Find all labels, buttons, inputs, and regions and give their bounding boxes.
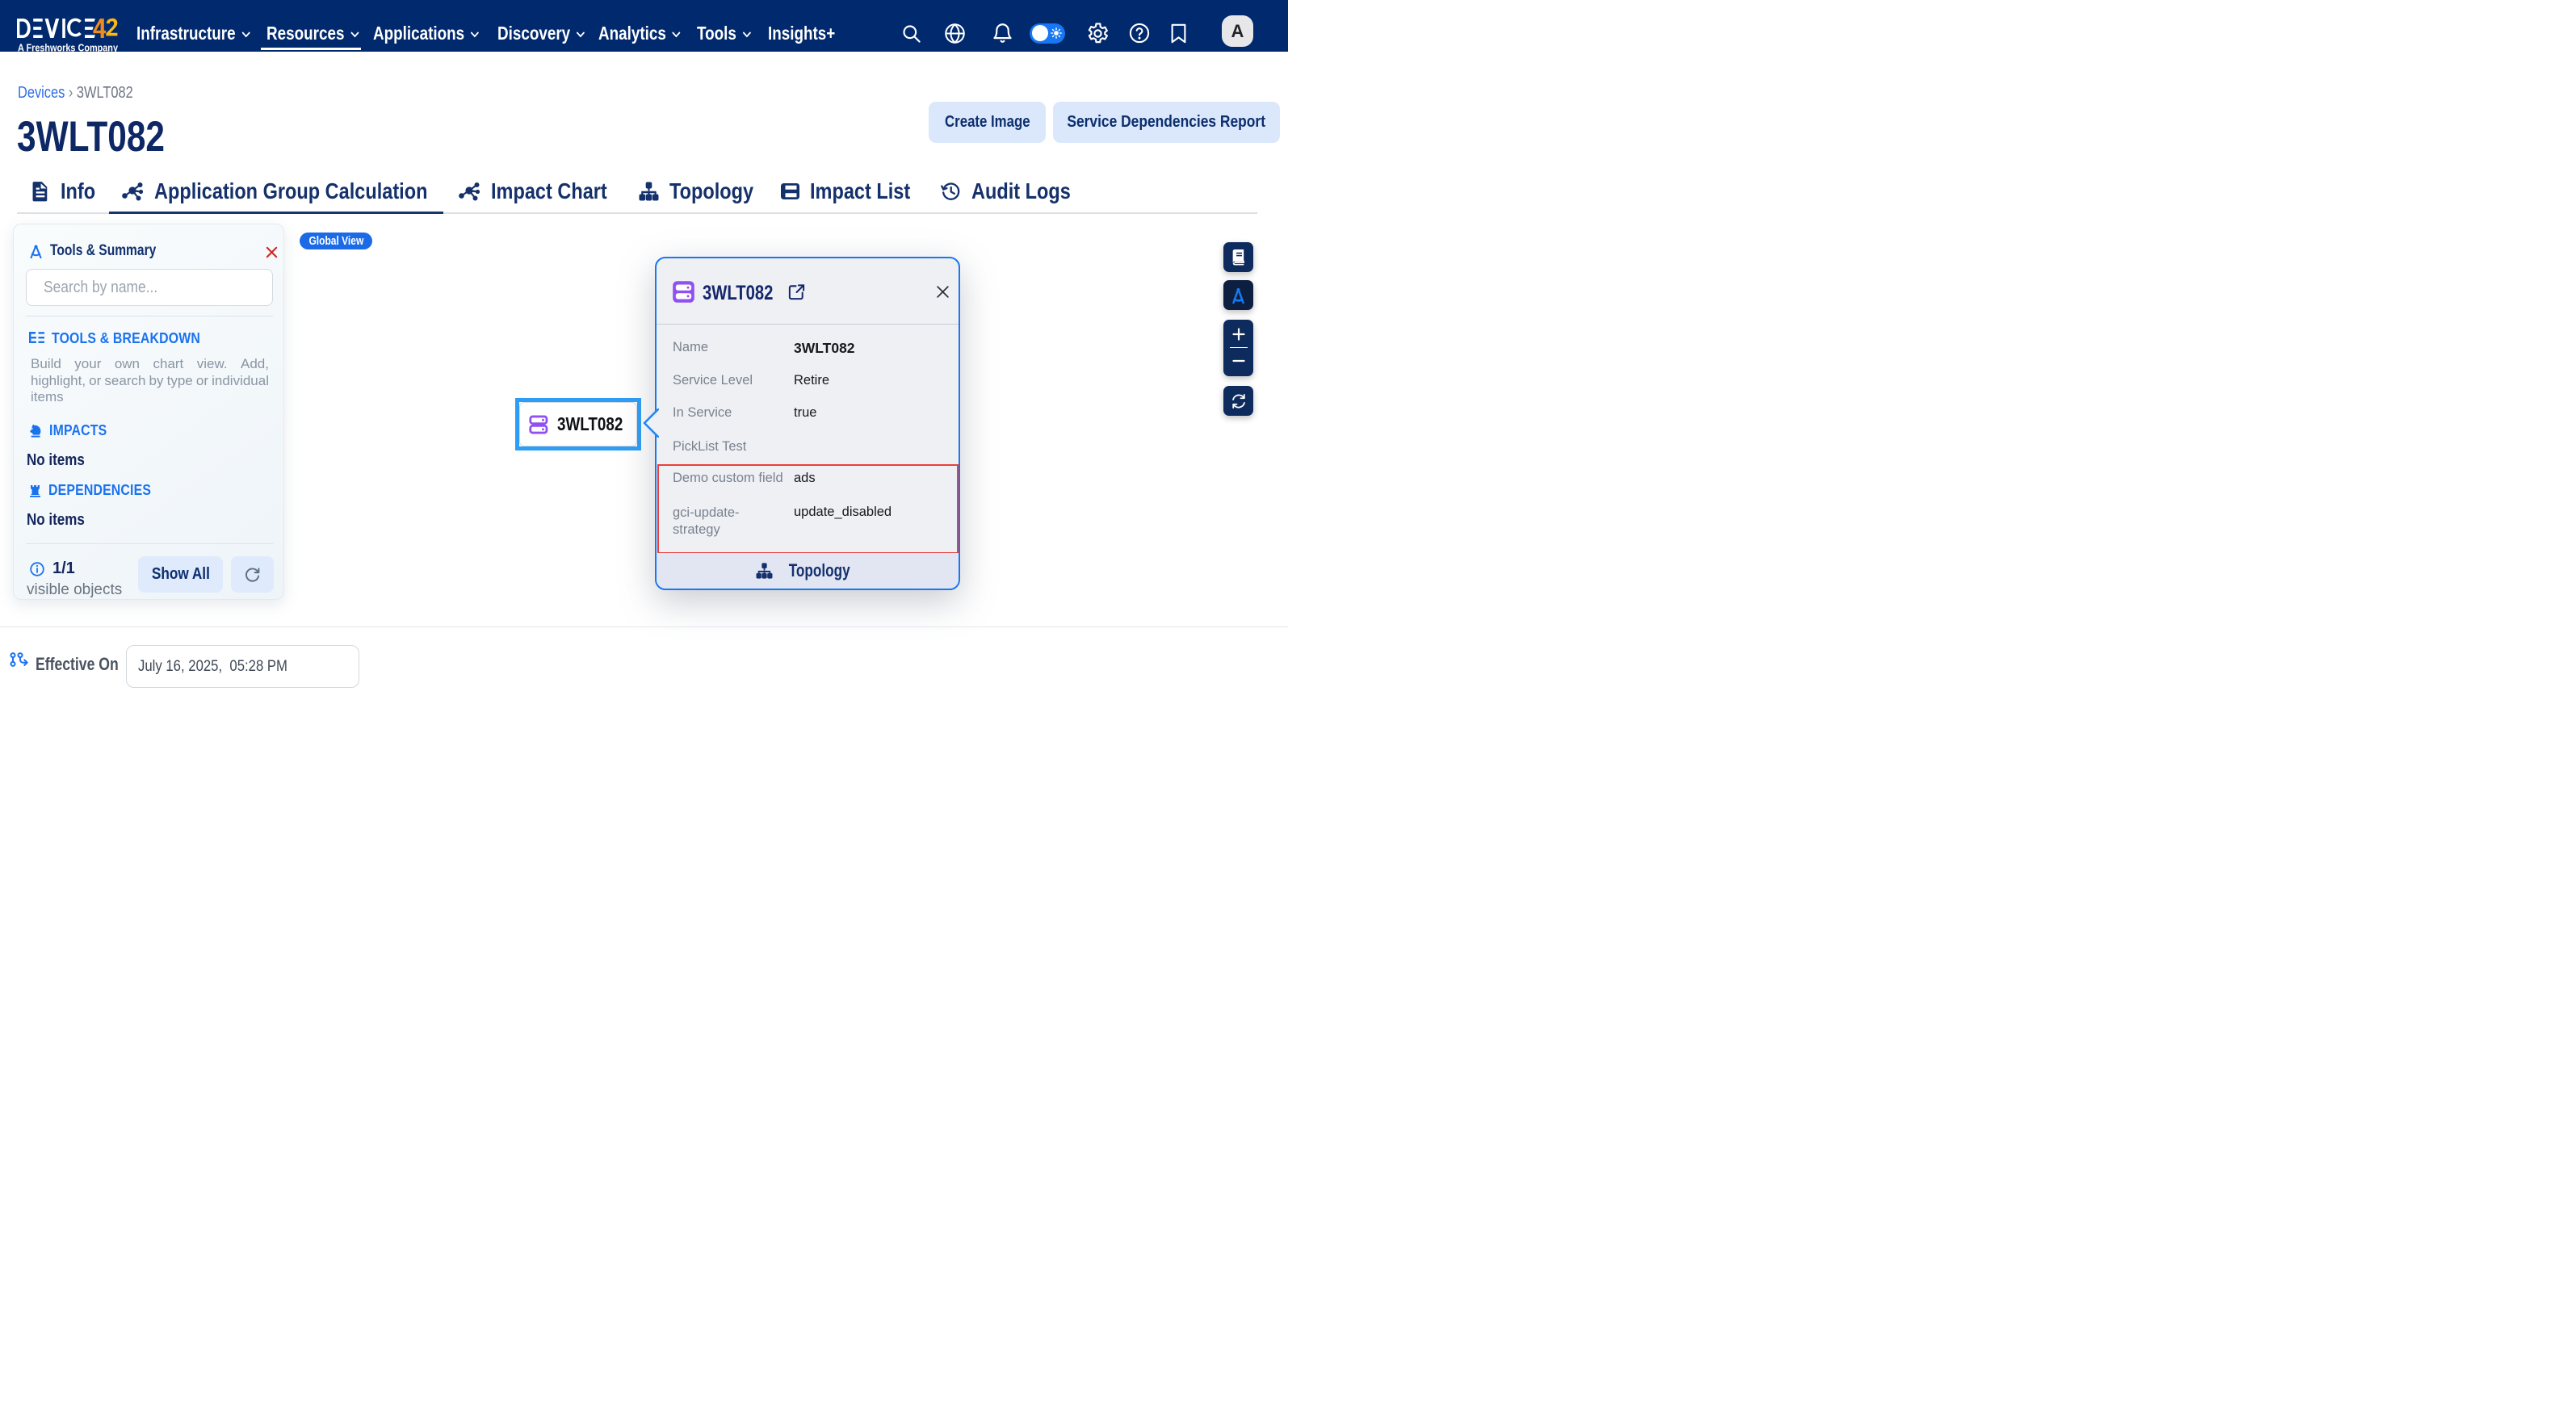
svg-text:A Freshworks Company: A Freshworks Company — [18, 43, 118, 54]
